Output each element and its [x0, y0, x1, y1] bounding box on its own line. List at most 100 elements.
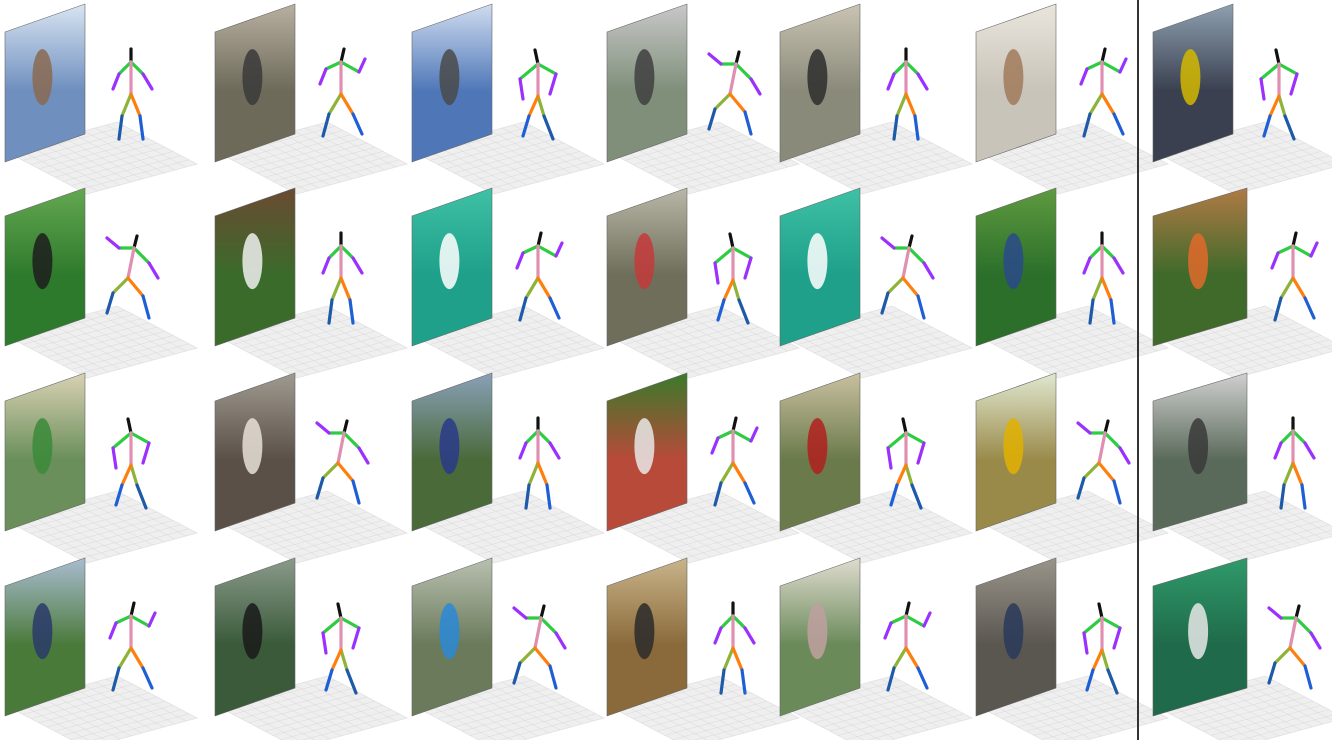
skeleton-bone [1303, 664, 1313, 690]
person-silhouette [439, 418, 460, 475]
person-silhouette [439, 603, 460, 660]
skeleton-bone [336, 602, 343, 620]
skeleton-bone [536, 461, 549, 487]
skeleton-bone [1079, 67, 1089, 86]
skeleton-bone [716, 429, 735, 440]
skeleton-bone [734, 50, 741, 66]
skeleton-bone [539, 616, 558, 635]
skeleton-bone [141, 294, 151, 320]
skeleton-bone [1270, 251, 1280, 270]
skeleton-bone [1103, 419, 1110, 435]
skeleton-bone [339, 92, 355, 116]
person-silhouette [439, 49, 460, 106]
skeleton-bone [916, 441, 926, 465]
skeleton-bone [1300, 483, 1307, 510]
skeleton-bone [892, 60, 908, 76]
skeleton-bone [1277, 62, 1299, 76]
skeleton-bone [916, 294, 926, 320]
skeleton-bone [141, 441, 151, 465]
pose-panel [411, 557, 606, 740]
skeleton-bone [1082, 631, 1089, 655]
skeleton-bone [734, 62, 753, 81]
skeleton-bone [722, 646, 735, 672]
skeleton-bone [1291, 429, 1307, 445]
skeleton-bone [351, 479, 361, 505]
skeleton-bone [1112, 479, 1122, 505]
skeleton-bone [883, 621, 893, 640]
skeleton-bone [1267, 606, 1283, 620]
skeleton-bone [1088, 244, 1104, 260]
skeleton-bone [922, 261, 935, 280]
skeleton-bone [533, 646, 552, 668]
skeleton-bone [1076, 421, 1092, 435]
skeleton-bone [321, 631, 328, 655]
pose-panel [1152, 187, 1332, 379]
pose-panel [1152, 3, 1332, 195]
skeleton-bone [351, 112, 364, 136]
skeleton-bone [1091, 276, 1104, 302]
skeleton-bone [728, 92, 747, 114]
skeleton-bone [111, 72, 121, 91]
skeleton-bone [901, 246, 911, 280]
pose-panel [214, 557, 409, 740]
person-silhouette [807, 233, 828, 290]
skeleton-bone [719, 614, 735, 630]
skeleton-bone [515, 251, 525, 270]
skeleton-bone [126, 276, 145, 298]
skeleton-bone [1100, 648, 1110, 672]
skeleton-bone [1303, 296, 1316, 320]
skeleton-bone [141, 666, 154, 690]
pose-panel [606, 372, 801, 564]
pose-panel [4, 557, 199, 740]
skeleton-bone [126, 246, 136, 280]
skeleton-bone [129, 601, 136, 618]
pose-panel [779, 187, 974, 379]
skeleton-bone [1259, 77, 1266, 101]
pose-panel [606, 187, 801, 379]
person-silhouette [242, 418, 263, 475]
skeleton-bone [339, 616, 361, 630]
pose-panel [975, 3, 1170, 195]
skeleton-bone [327, 92, 343, 116]
pose-panel [779, 557, 974, 740]
person-silhouette [634, 603, 655, 660]
person-silhouette [32, 49, 53, 106]
skeleton-bone [713, 92, 732, 111]
skeleton-bone [1276, 244, 1295, 255]
skeleton-bone [1309, 241, 1319, 258]
skeleton-bone [1091, 648, 1104, 672]
skeleton-bone [111, 431, 133, 450]
person-silhouette [242, 233, 263, 290]
skeleton-bone [536, 94, 546, 118]
skeleton-bone [707, 52, 723, 66]
person-silhouette [32, 418, 53, 475]
skeleton-bone [339, 60, 361, 74]
skeleton-bone [536, 231, 543, 248]
skeleton-bone [321, 461, 340, 480]
skeleton-bone [339, 648, 349, 672]
pose-panel [411, 372, 606, 564]
skeleton-bone [1112, 626, 1122, 650]
skeleton-bone [533, 616, 543, 650]
skeleton-bone [1282, 461, 1295, 487]
person-silhouette [1188, 233, 1209, 290]
skeleton-bone [129, 92, 142, 118]
skeleton-bone [111, 276, 130, 295]
pose-panel [1152, 372, 1332, 564]
skeleton-bone [129, 60, 145, 76]
skeleton-bone [722, 278, 735, 302]
pose-panel [411, 187, 606, 379]
skeleton-bone [889, 614, 908, 625]
skeleton-bone [731, 614, 747, 630]
skeleton-bone [1103, 431, 1122, 450]
skeleton-bone [105, 236, 121, 250]
skeleton-bone [336, 461, 355, 483]
skeleton-bone [339, 47, 346, 64]
skeleton-bone [880, 236, 896, 250]
skeleton-bone [1294, 604, 1301, 620]
person-silhouette [807, 49, 828, 106]
skeleton-bone [710, 436, 720, 455]
skeleton-bone [731, 246, 753, 260]
person-silhouette [32, 603, 53, 660]
skeleton-bone [342, 419, 349, 435]
